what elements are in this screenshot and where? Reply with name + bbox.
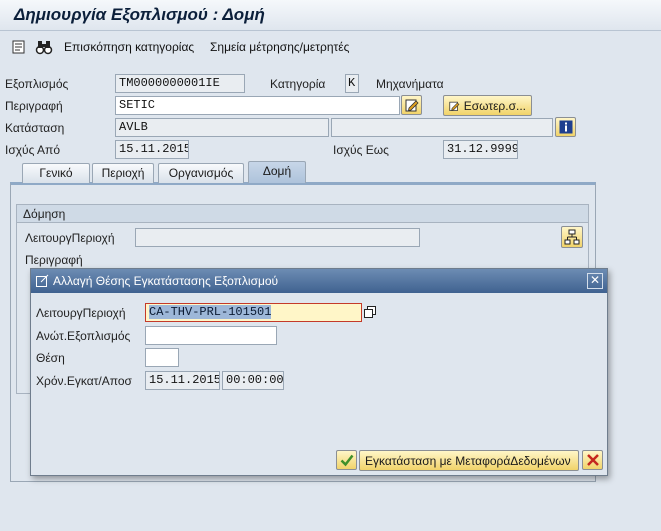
valid-to-label: Ισχύς Εως <box>333 143 389 157</box>
status-info-button[interactable] <box>555 117 576 137</box>
dialog-footer: Εγκατάσταση με ΜεταφοράΔεδομένων <box>31 445 607 475</box>
cancel-button[interactable] <box>582 450 603 470</box>
application-toolbar: Επισκόπηση κατηγορίας Σημεία μέτρησης/με… <box>0 33 661 61</box>
dialog-superior-equipment-field[interactable] <box>145 326 277 345</box>
structure-group-header <box>17 205 588 223</box>
status-text-field <box>331 118 553 137</box>
structure-description-label: Περιγραφή <box>25 253 83 267</box>
details-icon[interactable] <box>11 39 27 55</box>
dialog-position-field[interactable] <box>145 348 179 367</box>
dialog-functional-location-label: ΛειτουργΠεριοχή <box>36 306 126 320</box>
dialog-install-date-field[interactable]: 15.11.2015 <box>145 371 220 390</box>
internal-note-button[interactable]: Εσωτερ.σ... <box>443 95 532 116</box>
copy-icon[interactable] <box>364 306 376 321</box>
status-label: Κατάσταση <box>5 121 65 135</box>
cancel-x-icon <box>586 454 599 466</box>
valid-from-label: Ισχύς Από <box>5 143 61 157</box>
dialog-superior-equipment-label: Ανώτ.Εξοπλισμός <box>36 329 131 343</box>
equipment-field[interactable]: TM0000000001IE <box>115 74 245 93</box>
structure-functional-location-label: ΛειτουργΠεριοχή <box>25 231 115 245</box>
page-title: Δημιουργία Εξοπλισμού : Δομή <box>14 5 265 24</box>
pencil-icon <box>405 99 419 112</box>
edit-long-text-button[interactable] <box>401 95 422 115</box>
change-install-location-dialog: Αλλαγή Θέσης Εγκατάστασης Εξοπλισμού ✕ Λ… <box>30 268 608 476</box>
dialog-functional-location-field[interactable]: CA-THV-PRL-101501 <box>145 303 362 322</box>
info-icon <box>559 120 572 134</box>
dialog-position-label: Θέση <box>36 351 65 365</box>
internal-note-label: Εσωτερ.σ... <box>463 98 526 113</box>
dialog-functional-location-value: CA-THV-PRL-101501 <box>149 305 272 319</box>
structure-functional-location-field <box>135 228 420 247</box>
checkmark-icon <box>340 454 353 467</box>
dialog-title-bar: Αλλαγή Θέσης Εγκατάστασης Εξοπλισμού ✕ <box>31 269 607 293</box>
tab-structure[interactable]: Δομή <box>248 161 306 183</box>
hierarchy-icon <box>564 229 580 245</box>
tab-general[interactable]: Γενικό <box>22 163 90 183</box>
equipment-label: Εξοπλισμός <box>5 77 69 91</box>
valid-from-field[interactable]: 15.11.2015 <box>115 140 189 159</box>
install-with-data-transfer-button[interactable]: Εγκατάσταση με ΜεταφοράΔεδομένων <box>359 450 579 471</box>
measuring-points-button[interactable]: Σημεία μέτρησης/μετρητές <box>210 40 349 54</box>
dialog-install-datetime-label: Χρόν.Εγκατ/Αποσ <box>36 374 132 388</box>
structure-group-title: Δόμηση <box>23 207 66 221</box>
hierarchy-button[interactable] <box>561 226 583 248</box>
category-overview-button[interactable]: Επισκόπηση κατηγορίας <box>64 40 194 54</box>
category-label: Κατηγορία <box>270 77 326 91</box>
valid-to-field[interactable]: 31.12.9999 <box>443 140 518 159</box>
dialog-title: Αλλαγή Θέσης Εγκατάστασης Εξοπλισμού <box>53 274 279 288</box>
status-field: AVLB <box>115 118 329 137</box>
dialog-window-icon <box>36 274 49 290</box>
category-field[interactable]: K <box>345 74 359 93</box>
install-with-data-transfer-label: Εγκατάσταση με ΜεταφοράΔεδομένων <box>365 453 571 468</box>
description-field[interactable]: SETIC <box>115 96 400 115</box>
dialog-close-button[interactable]: ✕ <box>587 273 603 289</box>
category-text: Μηχανήματα <box>376 77 444 91</box>
title-bar: Δημιουργία Εξοπλισμού : Δομή <box>0 0 661 31</box>
tab-location[interactable]: Περιοχή <box>92 163 154 183</box>
pencil-icon <box>449 101 460 111</box>
dialog-install-time-field[interactable]: 00:00:00 <box>222 371 284 390</box>
confirm-button[interactable] <box>336 450 357 470</box>
description-label: Περιγραφή <box>5 99 63 113</box>
binoculars-icon[interactable] <box>35 39 53 55</box>
tab-organization[interactable]: Οργανισμός <box>158 163 244 183</box>
